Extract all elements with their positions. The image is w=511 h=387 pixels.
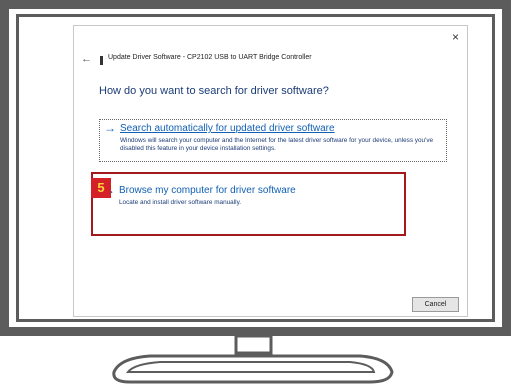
arrow-right-icon: → [104,121,116,135]
dialog-title: Update Driver Software - CP2102 USB to U… [108,54,312,61]
cancel-button[interactable]: Cancel [412,297,459,312]
search-automatically-option[interactable]: → Search automatically for updated drive… [99,119,447,162]
update-driver-dialog: × ← Update Driver Software - CP2102 USB … [73,25,468,317]
step-highlight-box [91,172,406,236]
device-icon [100,56,103,65]
close-icon[interactable]: × [452,31,459,43]
step-number-badge: 5 [91,178,111,198]
dialog-heading: How do you want to search for driver sof… [99,85,329,97]
option-title: Search automatically for updated driver … [120,123,335,134]
option-description: Windows will search your computer and th… [120,137,434,152]
back-arrow-icon[interactable]: ← [81,53,92,65]
